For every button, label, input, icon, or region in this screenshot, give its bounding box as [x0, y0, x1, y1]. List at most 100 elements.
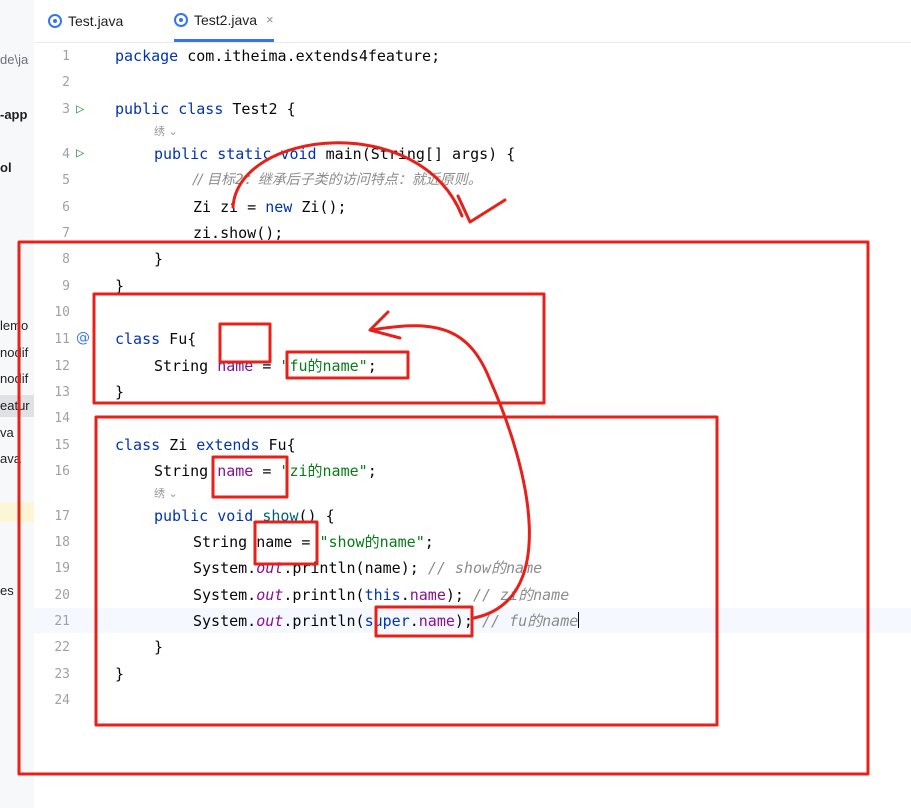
code-text: String: [154, 462, 218, 480]
code-text: Fu{: [259, 436, 296, 454]
author-inlay-hint[interactable]: 绣 ⌄: [154, 485, 178, 501]
keyword: public static void: [154, 145, 317, 163]
project-tree-item[interactable]: nodif: [0, 345, 28, 360]
line-number[interactable]: 20: [34, 588, 70, 604]
line-number[interactable]: 15: [34, 438, 70, 454]
line-number[interactable]: 9: [34, 279, 70, 295]
code-line-18[interactable]: String name = "show的name";: [193, 533, 434, 551]
code-line-21[interactable]: System.out.println(super.name); // fu的na…: [193, 612, 580, 630]
code-text: System.: [193, 612, 257, 630]
line-number[interactable]: 12: [34, 359, 70, 375]
line-number[interactable]: 5: [34, 173, 70, 189]
tab-test2-java[interactable]: Test2.java ×: [174, 0, 274, 42]
line-number[interactable]: 8: [34, 252, 70, 268]
code-text: () {: [298, 507, 335, 525]
line-number[interactable]: 19: [34, 561, 70, 577]
code-text: .println(: [283, 586, 365, 604]
field-name: name: [409, 586, 446, 604]
code-text: System.: [193, 559, 257, 577]
line-number[interactable]: 17: [34, 509, 70, 525]
java-class-icon: [48, 14, 62, 28]
line-number[interactable]: 1: [34, 49, 70, 65]
keyword: class: [115, 330, 161, 348]
line-number[interactable]: 16: [34, 464, 70, 480]
line-number[interactable]: 14: [34, 411, 70, 427]
keyword: extends: [196, 436, 260, 454]
project-tree-item[interactable]: es: [0, 583, 14, 598]
line-number[interactable]: 13: [34, 385, 70, 401]
project-tree-item[interactable]: de\ja: [0, 52, 28, 67]
code-line-4[interactable]: public static void main(String[] args) {: [154, 145, 515, 163]
code-line-11[interactable]: class Fu{: [115, 330, 196, 348]
project-tree-item[interactable]: ava: [0, 451, 21, 466]
run-gutter-icon[interactable]: ▷: [76, 145, 84, 161]
code-text: .: [409, 612, 419, 630]
line-number[interactable]: 24: [34, 693, 70, 709]
code-text: Zi: [160, 436, 197, 454]
line-number[interactable]: 7: [34, 226, 70, 242]
code-text: Test2 {: [223, 100, 296, 118]
project-tree-item[interactable]: -app: [0, 107, 27, 122]
code-line-16[interactable]: String name = "zi的name";: [154, 462, 377, 480]
code-line-3[interactable]: public class Test2 {: [115, 100, 296, 118]
line-number[interactable]: 11: [34, 332, 70, 348]
line-number[interactable]: 23: [34, 667, 70, 683]
override-gutter-icon[interactable]: @: [76, 330, 90, 346]
code-text: String: [154, 357, 218, 375]
annotation-box-outer: [17, 240, 870, 776]
project-tree-item[interactable]: va: [0, 425, 14, 440]
code-text: .println(name);: [283, 559, 428, 577]
static-field: out: [256, 586, 284, 604]
keyword: new: [265, 198, 293, 216]
close-icon[interactable]: ×: [266, 12, 274, 27]
line-number[interactable]: 2: [34, 75, 70, 91]
line-number[interactable]: 18: [34, 535, 70, 551]
code-line-23[interactable]: }: [115, 665, 124, 683]
tab-test-java[interactable]: Test.java: [48, 0, 123, 42]
line-number[interactable]: 4: [34, 147, 70, 163]
code-text: Zi zi =: [193, 198, 266, 216]
line-number[interactable]: 6: [34, 200, 70, 216]
run-gutter-icon[interactable]: ▷: [76, 101, 84, 117]
code-text: main(String[] args) {: [316, 145, 516, 163]
line-number[interactable]: 21: [34, 614, 70, 630]
code-text: );: [454, 612, 482, 630]
code-line-17[interactable]: public void show() {: [154, 507, 335, 525]
code-text: Fu{: [160, 330, 197, 348]
author-inlay-hint[interactable]: 绣 ⌄: [154, 123, 178, 139]
annotation-overlay: [17, 141, 870, 776]
code-line-1[interactable]: package com.itheima.extends4feature;: [115, 47, 440, 65]
code-line-19[interactable]: System.out.println(name); // show的name: [193, 559, 542, 577]
keyword: class: [178, 100, 224, 118]
code-line-20[interactable]: System.out.println(this.name); // zi的nam…: [193, 586, 569, 604]
java-class-icon: [174, 12, 188, 27]
code-line-9[interactable]: }: [115, 277, 124, 295]
line-number[interactable]: 22: [34, 640, 70, 656]
method-name: show: [253, 507, 299, 525]
string-literal: "show的name": [319, 533, 425, 551]
code-line-5-comment[interactable]: // 目标2：继承后子类的访问特点：就近原则。: [193, 171, 482, 189]
code-line-12[interactable]: String name = "fu的name";: [154, 357, 377, 375]
code-text: com.itheima.extends4feature;: [178, 47, 441, 65]
code-text: ;: [367, 357, 377, 375]
code-line-13[interactable]: }: [115, 383, 124, 401]
project-tree-item[interactable]: lemo: [0, 318, 28, 333]
project-tree-item[interactable]: nodif: [0, 371, 28, 386]
code-text: =: [253, 462, 281, 480]
code-line-22[interactable]: }: [154, 638, 163, 656]
editor-tab-bar: Test.java Test2.java ×: [34, 0, 911, 43]
line-number[interactable]: 3: [34, 102, 70, 118]
string-literal: "fu的name": [280, 357, 368, 375]
field-name: name: [217, 357, 254, 375]
code-text: =: [253, 357, 281, 375]
code-line-8[interactable]: }: [154, 250, 163, 268]
project-tree-item[interactable]: ol: [0, 160, 12, 175]
line-number[interactable]: 10: [34, 305, 70, 321]
code-line-7[interactable]: zi.show();: [193, 224, 283, 242]
text-caret: [578, 612, 580, 628]
code-line-15[interactable]: class Zi extends Fu{: [115, 436, 296, 454]
code-text: ;: [367, 462, 377, 480]
code-text: System.: [193, 586, 257, 604]
project-tree-item-selected[interactable]: eatur: [0, 395, 34, 417]
code-line-6[interactable]: Zi zi = new Zi();: [193, 198, 347, 216]
